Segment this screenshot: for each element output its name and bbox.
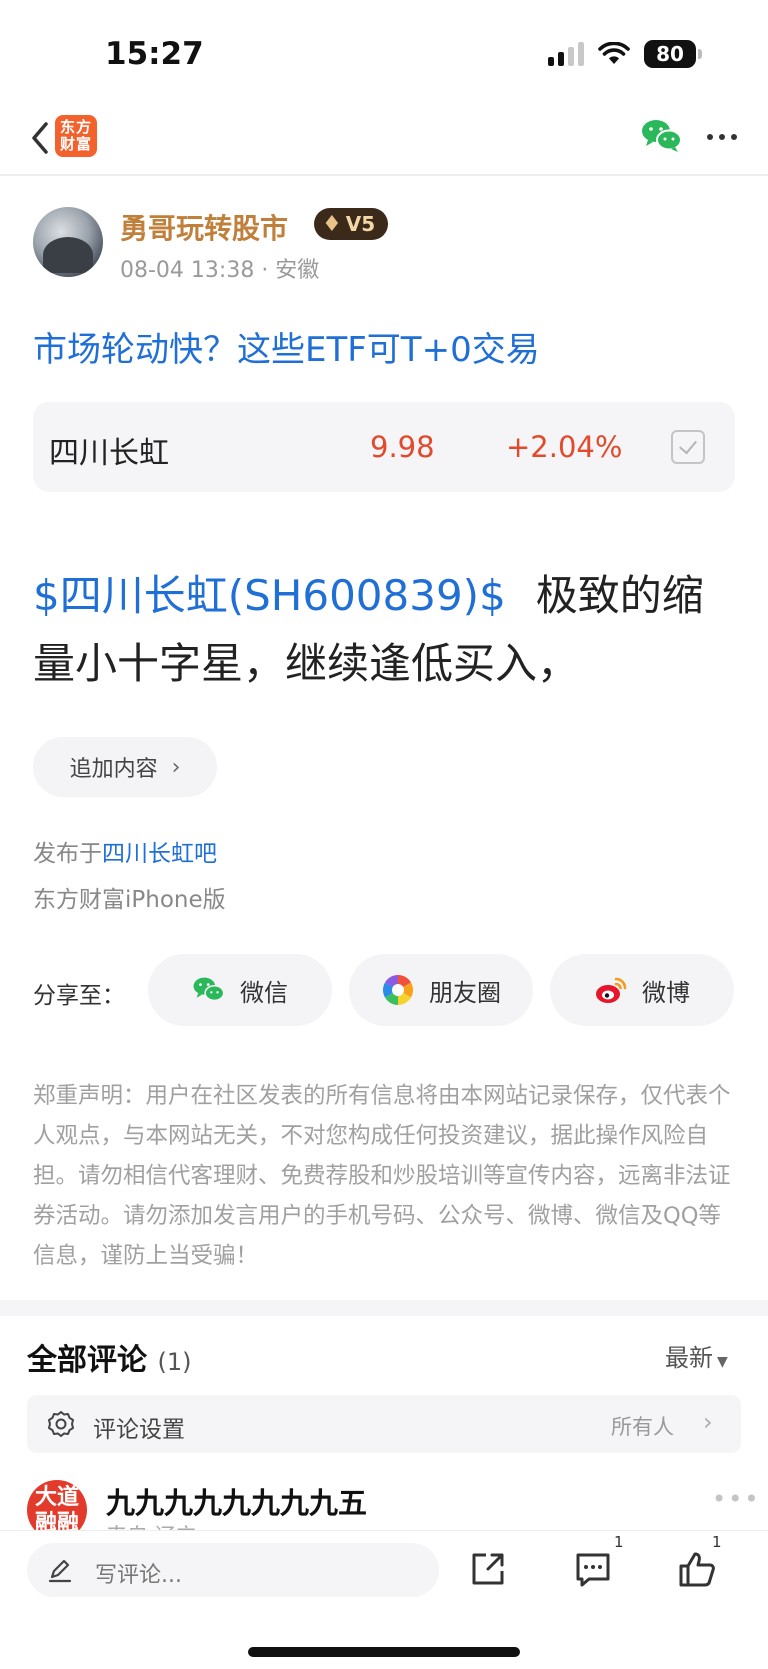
comment-username[interactable]: 九九九九九九九九五 [106,1480,367,1522]
append-content-label: 追加内容 [69,757,158,782]
share-icon[interactable] [468,1549,508,1589]
share-moments-label: 朋友圈 [429,978,501,1007]
thumbs-up-icon[interactable] [677,1549,717,1589]
status-bar: 15:27 80 [0,0,768,100]
author-avatar[interactable] [33,207,103,277]
home-indicator [248,1647,520,1657]
signal-icon [548,42,584,66]
stock-name: 四川长虹 [49,436,169,471]
gear-icon [48,1411,74,1437]
weibo-icon [596,977,627,1003]
comment-sort-select[interactable]: 最新 ▼ [665,1338,728,1373]
post-meta: 08-04 13:38 · 安徽 [120,258,320,283]
add-watchlist-checkbox[interactable] [671,430,705,464]
app-logo: 东方财富 [55,115,97,157]
stock-mention-link[interactable]: $四川长虹(SH600839)$ [33,571,506,620]
pen-icon [48,1559,72,1583]
stock-change: +2.04% [506,430,623,464]
status-icons: 80 [548,40,702,68]
more-horizontal-icon[interactable] [706,132,738,142]
share-label: 分享至： [33,983,125,1009]
bottom-action-bar: 写评论... 1 1 [0,1530,768,1669]
caret-down-icon: ▼ [717,1354,728,1370]
published-prefix: 发布于 [33,841,102,867]
comment-settings-value: 所有人 [611,1415,674,1439]
comment-input[interactable]: 写评论... [27,1543,439,1597]
post-body: $四川长虹(SH600839)$ 极致的缩量小十字星，继续逢低买入， [33,562,739,698]
app-logo-text: 东方财富 [59,118,92,153]
comment-icon[interactable] [573,1549,613,1589]
author-name[interactable]: 勇哥玩转股市 [120,207,288,247]
stock-card[interactable]: 四川长虹 9.98 +2.04% [33,402,735,492]
share-weibo-button[interactable]: 微博 [550,954,734,1026]
comment-placeholder: 写评论... [95,1563,182,1588]
wechat-icon [193,977,225,1002]
published-in: 发布于四川长虹吧 [33,834,217,868]
comments-heading: 全部评论 (1) [27,1335,191,1379]
level-badge: ♦ V5 [314,208,388,240]
comments-title: 全部评论 [27,1343,147,1378]
level-badge-text: V5 [345,212,376,236]
stock-bar-link[interactable]: 四川长虹吧 [102,841,217,867]
comment-settings-label: 评论设置 [93,1417,185,1443]
share-moments-button[interactable]: 朋友圈 [349,954,533,1026]
section-divider [0,1300,768,1316]
like-count: 1 [712,1533,722,1551]
chevron-right-icon: › [703,1408,713,1436]
share-wechat-label: 微信 [240,978,288,1007]
wechat-icon[interactable] [640,116,684,156]
nav-bar: 东方财富 [0,100,768,176]
comment-count: 1 [614,1533,624,1551]
v-badge-icon: ♦ [322,211,342,237]
append-content-button[interactable]: 追加内容 › [33,737,217,797]
battery-icon: 80 [644,40,702,68]
comment-more-icon[interactable]: ••• [712,1485,760,1513]
comment-settings-row[interactable]: 评论设置 所有人 › [27,1395,741,1453]
share-wechat-button[interactable]: 微信 [148,954,332,1026]
comment-avatar-text: 大道融融 [34,1485,79,1536]
stock-price: 9.98 [370,430,435,464]
share-weibo-label: 微博 [642,978,690,1007]
client-version: 东方财富iPhone版 [33,887,226,913]
comments-count: (1) [157,1348,192,1376]
disclaimer: 郑重声明：用户在社区发表的所有信息将由本网站记录保存，仅代表个人观点，与本网站无… [33,1083,731,1269]
status-time: 15:27 [105,36,204,72]
post-title-link[interactable]: 市场轮动快？这些ETF可T+0交易 [33,322,540,371]
battery-level: 80 [656,42,684,66]
moments-icon [382,975,414,1005]
wifi-icon [598,42,630,64]
chevron-right-icon: › [171,754,181,780]
comment-sort-label: 最新 [665,1344,713,1372]
